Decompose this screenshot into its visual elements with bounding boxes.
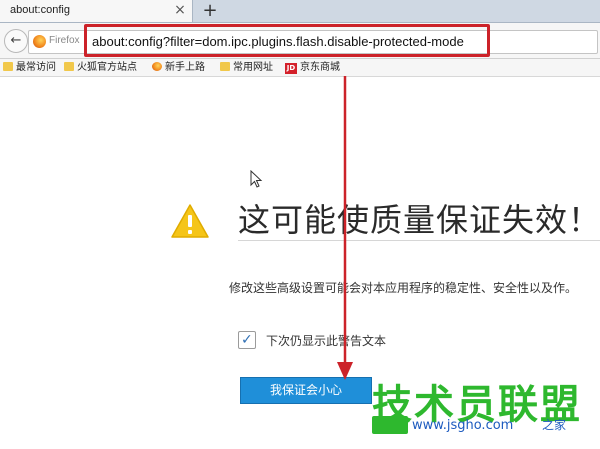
warning-description: 修改这些高级设置可能会对本应用程序的稳定性、安全性以及作。: [229, 281, 578, 295]
folder-icon: [220, 62, 230, 71]
browser-window: about:config × + ← Firefox about:config?…: [0, 0, 600, 449]
folder-icon: [64, 62, 74, 71]
bookmark-most-visited[interactable]: 最常访问: [3, 60, 56, 75]
bookmark-jd[interactable]: JD 京东商城: [285, 60, 340, 75]
bookmark-label: 火狐官方站点: [77, 62, 137, 73]
navigation-bar: ← Firefox about:config?filter=dom.ipc.pl…: [0, 23, 600, 59]
new-tab-button[interactable]: +: [200, 0, 220, 22]
bookmark-getting-started[interactable]: 新手上路: [152, 60, 205, 75]
bookmark-label: 常用网址: [233, 62, 273, 73]
url-input[interactable]: about:config?filter=dom.ipc.plugins.flas…: [92, 34, 464, 49]
identity-label: Firefox: [49, 35, 80, 46]
warning-icon: [171, 204, 209, 238]
bookmark-label: 新手上路: [165, 62, 205, 73]
bookmarks-bar: 最常访问 火狐官方站点 新手上路 常用网址 JD 京东商城: [0, 59, 600, 77]
jd-icon: JD: [285, 63, 297, 74]
page-title: 这可能使质量保证失效！: [238, 201, 600, 239]
folder-icon: [3, 62, 13, 71]
tab-title: about:config: [10, 4, 70, 16]
back-arrow-icon: ←: [10, 33, 22, 48]
bookmark-label: 最常访问: [16, 62, 56, 73]
url-bar[interactable]: Firefox about:config?filter=dom.ipc.plug…: [28, 30, 598, 54]
back-button[interactable]: ←: [4, 29, 28, 53]
show-warning-checkbox[interactable]: ✓: [238, 331, 256, 349]
bookmark-label: 京东商城: [300, 62, 340, 73]
bookmark-common-sites[interactable]: 常用网址: [220, 60, 273, 75]
close-icon[interactable]: ×: [172, 1, 188, 19]
tab-strip: about:config × +: [0, 0, 600, 23]
title-divider: [238, 240, 600, 241]
accept-risk-button[interactable]: 我保证会小心: [240, 377, 372, 404]
firefox-icon: [152, 62, 162, 71]
show-warning-label[interactable]: 下次仍显示此警告文本: [266, 332, 386, 349]
bookmark-firefox-official[interactable]: 火狐官方站点: [64, 60, 137, 75]
mouse-cursor-icon: [250, 170, 263, 188]
checkmark-icon: ✓: [241, 332, 253, 348]
firefox-icon: [33, 35, 46, 48]
tab-about-config[interactable]: about:config ×: [0, 0, 193, 22]
